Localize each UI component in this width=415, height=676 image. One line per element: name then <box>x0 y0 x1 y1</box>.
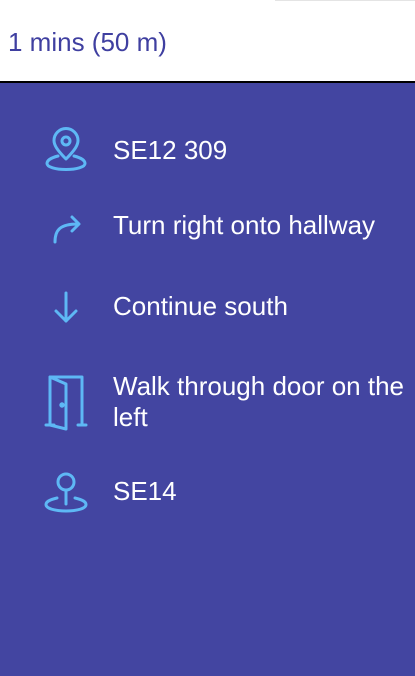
route-duration-text: 1 mins (50 m) <box>8 27 167 57</box>
header-edge <box>275 0 415 1</box>
direction-step-destination[interactable]: SE14 <box>0 466 415 518</box>
arrow-down-icon <box>40 281 92 333</box>
direction-step-continue[interactable]: Continue south <box>0 281 415 333</box>
direction-step-start[interactable]: SE12 309 <box>0 123 415 175</box>
door-icon <box>40 370 92 432</box>
direction-step-door[interactable]: Walk through door on the left <box>0 368 415 438</box>
destination-pin-icon <box>40 466 92 518</box>
direction-step-text: Continue south <box>113 291 288 321</box>
direction-step-text: Walk through door on the left <box>113 371 404 432</box>
direction-step-turn-right[interactable]: Turn right onto hallway <box>0 200 415 252</box>
direction-step-text: Turn right onto hallway <box>113 210 376 240</box>
turn-right-arrow-icon <box>40 200 92 252</box>
location-pin-icon <box>40 123 92 175</box>
route-summary-bar: 1 mins (50 m) <box>0 0 415 83</box>
navigation-screen: 1 mins (50 m) SE12 309 Turn right onto h… <box>0 0 415 676</box>
direction-step-text: SE12 309 <box>113 135 228 165</box>
directions-panel[interactable]: SE12 309 Turn right onto hallway Continu… <box>0 83 415 676</box>
direction-step-text: SE14 <box>113 476 177 506</box>
